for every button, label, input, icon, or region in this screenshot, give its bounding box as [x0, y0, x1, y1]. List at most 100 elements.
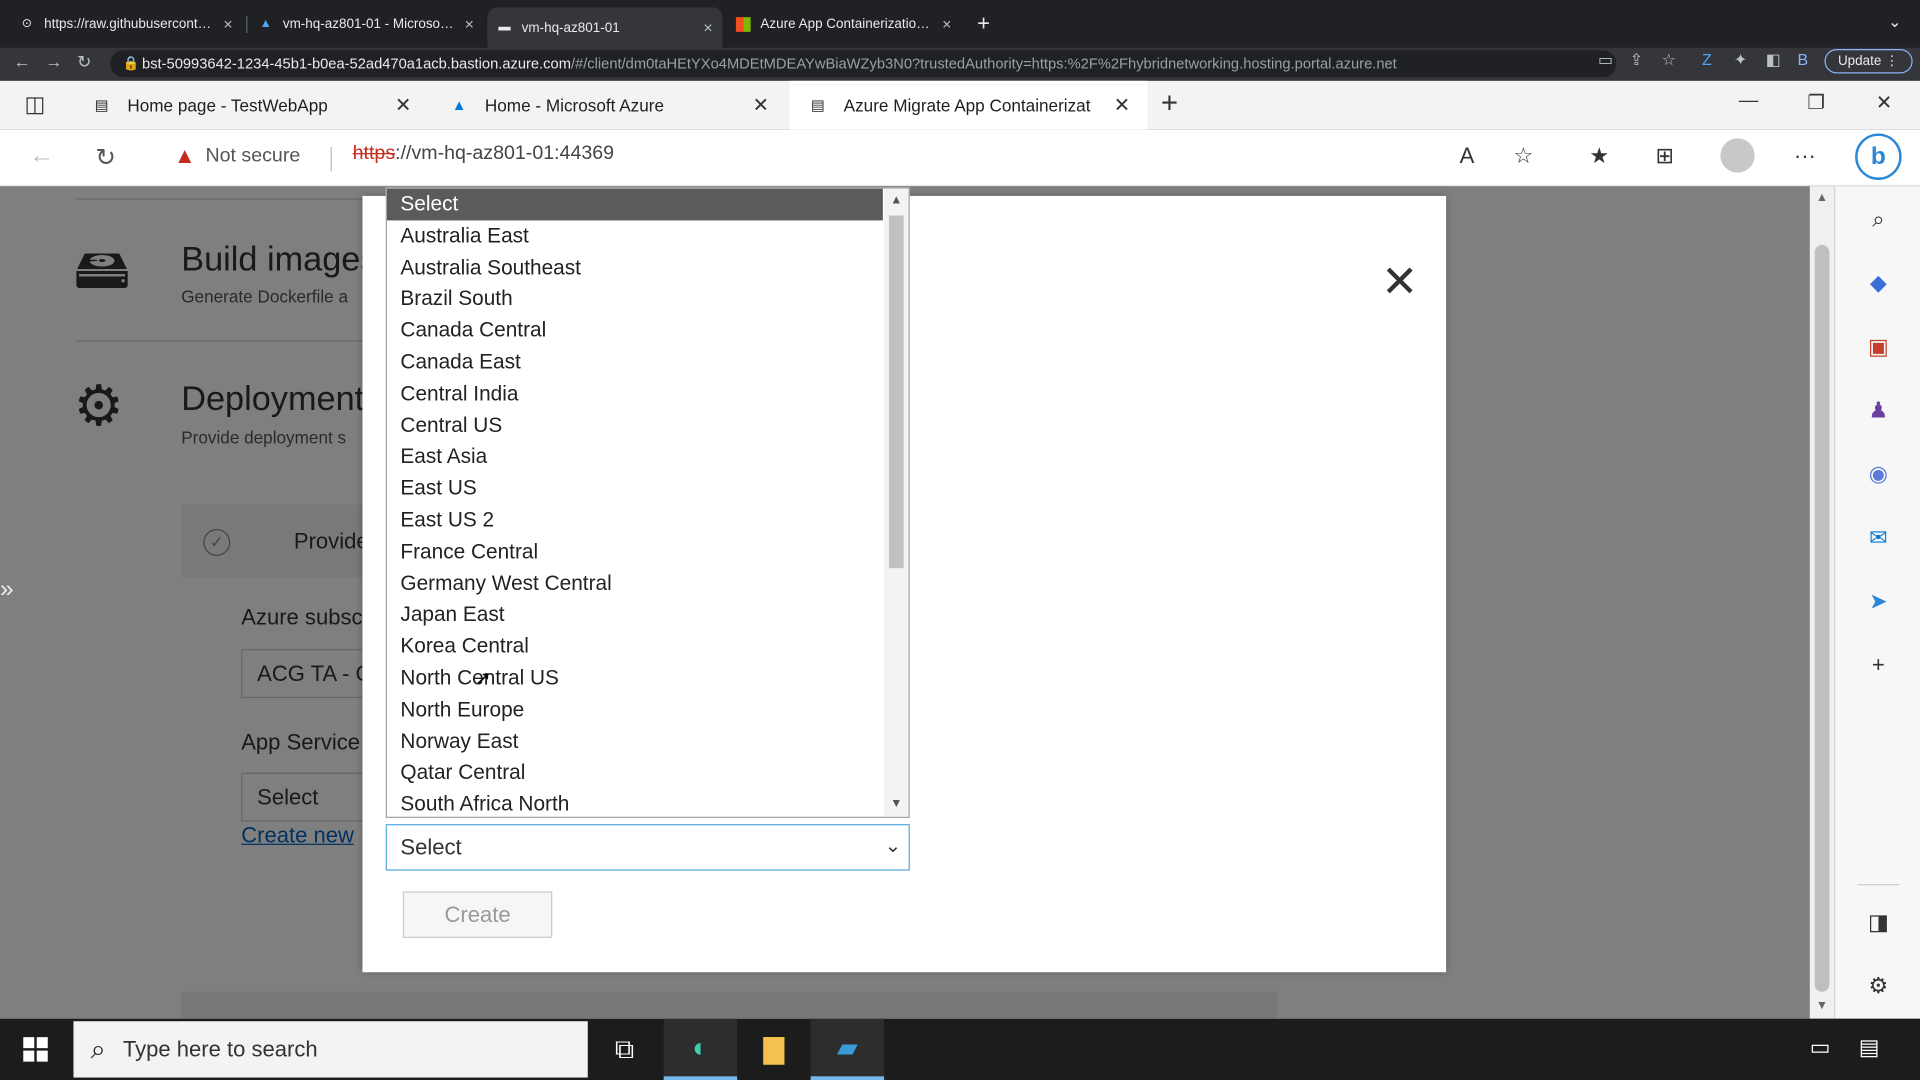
bing-chat-icon[interactable]: b	[1855, 133, 1902, 181]
add-favorite-icon[interactable]: ☆	[1513, 143, 1533, 169]
region-option[interactable]: Japan East	[387, 599, 883, 631]
edge-sidebar: ⌕ ◆ ▣ ♟ ◉ ✉ ➤ + ◨ ⚙	[1834, 186, 1920, 1019]
new-tab-button[interactable]: +	[977, 11, 990, 37]
close-icon[interactable]: ×	[465, 15, 474, 33]
refresh-icon[interactable]: ↻	[96, 142, 117, 173]
close-icon[interactable]: ✕	[1381, 259, 1418, 304]
tab-search-chevron-icon[interactable]: ⌄	[1888, 12, 1901, 32]
reload-icon[interactable]: ↻	[77, 51, 91, 72]
add-icon[interactable]: +	[1862, 649, 1894, 681]
scroll-up-icon[interactable]: ▲	[890, 193, 902, 206]
region-option[interactable]: South Africa North	[387, 789, 883, 817]
region-option[interactable]: Central US	[387, 410, 883, 442]
edge-tab-testwebapp[interactable]: ▤ Home page - TestWebApp ✕	[73, 81, 428, 130]
extensions-icon[interactable]: ✦	[1734, 50, 1747, 70]
region-option[interactable]: North Central US	[387, 662, 883, 694]
close-icon[interactable]: ✕	[395, 93, 411, 117]
restore-icon[interactable]: ❐	[1807, 91, 1825, 115]
file-explorer-icon[interactable]: ▇	[737, 1019, 810, 1080]
edge-tab-azure-migrate[interactable]: ▤ Azure Migrate App Containerizat ✕	[789, 80, 1148, 130]
close-icon[interactable]: ×	[703, 18, 712, 36]
region-option[interactable]: North Europe	[387, 694, 883, 726]
task-view-icon[interactable]: ⧉	[588, 1019, 661, 1080]
close-icon[interactable]: ✕	[1114, 93, 1130, 117]
scrollbar-thumb[interactable]	[888, 215, 904, 569]
zoom-extension-icon[interactable]: Z	[1702, 50, 1712, 68]
scroll-down-icon[interactable]: ▼	[890, 797, 902, 810]
azure-icon: ▲	[259, 17, 272, 31]
more-options-icon[interactable]: ···	[1794, 143, 1816, 169]
outlook-icon[interactable]: ✉	[1862, 522, 1894, 554]
collections-icon[interactable]: ⊞	[1656, 143, 1674, 169]
outer-tab-github[interactable]: ⊙ https://raw.githubusercontent.co ×	[10, 7, 243, 40]
region-option[interactable]: East US	[387, 473, 883, 505]
profile-avatar[interactable]: B	[1798, 50, 1809, 68]
region-select[interactable]: Select ⌄	[385, 824, 910, 871]
region-option[interactable]: France Central	[387, 536, 883, 568]
forward-icon[interactable]: →	[45, 51, 62, 71]
outer-tab-containerization[interactable]: Azure App Containerization AS ×	[726, 7, 961, 40]
scrollbar-thumb[interactable]	[1814, 244, 1830, 992]
notifications-icon[interactable]: ▤	[1859, 1035, 1880, 1061]
outer-url-field[interactable]: 🔒 bst-50993642-1234-45b1-b0ea-52ad470a1a…	[110, 50, 1617, 78]
page-scrollbar[interactable]: ▲ ▼	[1809, 186, 1835, 1019]
close-icon[interactable]: ✕	[753, 93, 769, 117]
region-option[interactable]: Australia Southeast	[387, 252, 883, 284]
update-button[interactable]: Update ⋮	[1824, 48, 1913, 74]
windows-start-icon[interactable]	[23, 1037, 48, 1062]
taskbar: ⌕ Type here to search ⧉ ◐ ▇ ▰ ▭ ▤	[0, 1018, 1920, 1080]
region-option[interactable]: East US 2	[387, 504, 883, 536]
shopping-tag-icon[interactable]: ◆	[1862, 267, 1894, 299]
region-option[interactable]: East Asia	[387, 441, 883, 473]
read-aloud-icon[interactable]: A	[1460, 143, 1475, 169]
sidebar-toggle-icon[interactable]: ◨	[1862, 906, 1894, 938]
profile-avatar[interactable]	[1720, 138, 1755, 173]
region-option[interactable]: Germany West Central	[387, 568, 883, 600]
scroll-down-icon[interactable]: ▼	[1816, 999, 1828, 1012]
edge-taskbar-icon[interactable]: ◐	[663, 1018, 738, 1080]
region-option[interactable]: Norway East	[387, 726, 883, 758]
scroll-up-icon[interactable]: ▲	[1816, 191, 1828, 204]
minimize-icon[interactable]: —	[1739, 91, 1759, 113]
powershell-icon[interactable]: ▰	[810, 1018, 885, 1080]
search-icon[interactable]: ⌕	[1862, 203, 1894, 235]
page-icon: ▤	[94, 96, 109, 114]
security-indicator[interactable]: ▲ Not secure	[174, 143, 300, 169]
outer-tab-bastion[interactable]: ▬ vm-hq-az801-01 ×	[487, 7, 723, 48]
new-tab-button[interactable]: +	[1161, 87, 1178, 121]
region-option[interactable]: Select	[386, 188, 883, 221]
close-icon[interactable]: ×	[223, 15, 232, 33]
send-icon[interactable]: ➤	[1862, 585, 1894, 617]
region-option[interactable]: Brazil South	[387, 283, 883, 315]
expand-chevrons-icon[interactable]: »	[0, 576, 14, 604]
region-option[interactable]: Central India	[387, 378, 883, 410]
share-icon[interactable]: ⇪	[1630, 50, 1643, 70]
outer-tab-strip: ⊙ https://raw.githubusercontent.co × ▲ v…	[0, 0, 1920, 48]
edge-url-field[interactable]: https://vm-hq-az801-01:44369	[353, 143, 614, 165]
taskbar-search[interactable]: ⌕ Type here to search	[73, 1021, 588, 1078]
games-icon[interactable]: ♟	[1862, 394, 1894, 426]
create-button[interactable]: Create	[402, 891, 553, 938]
edge-tab-azure-home[interactable]: ▲ Home - Microsoft Azure ✕	[431, 81, 786, 130]
region-option[interactable]: Australia East	[387, 220, 883, 252]
dropdown-scrollbar[interactable]: ▲ ▼	[884, 188, 909, 817]
close-icon[interactable]: ×	[942, 15, 951, 33]
network-icon[interactable]: ▭	[1810, 1035, 1831, 1061]
region-option[interactable]: Canada Central	[387, 315, 883, 347]
bookmark-star-icon[interactable]: ☆	[1662, 50, 1676, 70]
cast-icon[interactable]: ▭	[1598, 50, 1613, 70]
back-icon[interactable]: ←	[29, 142, 53, 170]
window-close-icon[interactable]: ✕	[1876, 91, 1892, 115]
tools-icon[interactable]: ▣	[1862, 331, 1894, 363]
region-option[interactable]: Canada East	[387, 347, 883, 379]
office-icon[interactable]: ◉	[1862, 458, 1894, 490]
outer-tab-azure[interactable]: ▲ vm-hq-az801-01 - Microsoft Az ×	[249, 7, 484, 40]
region-option[interactable]: Korea Central	[387, 631, 883, 663]
settings-gear-icon[interactable]: ⚙	[1862, 970, 1894, 1002]
region-option[interactable]: Qatar Central	[387, 757, 883, 789]
side-panel-icon[interactable]: ◧	[1766, 50, 1781, 70]
back-icon[interactable]: ←	[13, 51, 30, 71]
region-dropdown-list[interactable]: South Africa North Qatar Central Norway Ea…	[385, 187, 910, 818]
tab-actions-icon[interactable]: ◫	[24, 92, 45, 118]
favorites-icon[interactable]: ★	[1589, 143, 1609, 169]
